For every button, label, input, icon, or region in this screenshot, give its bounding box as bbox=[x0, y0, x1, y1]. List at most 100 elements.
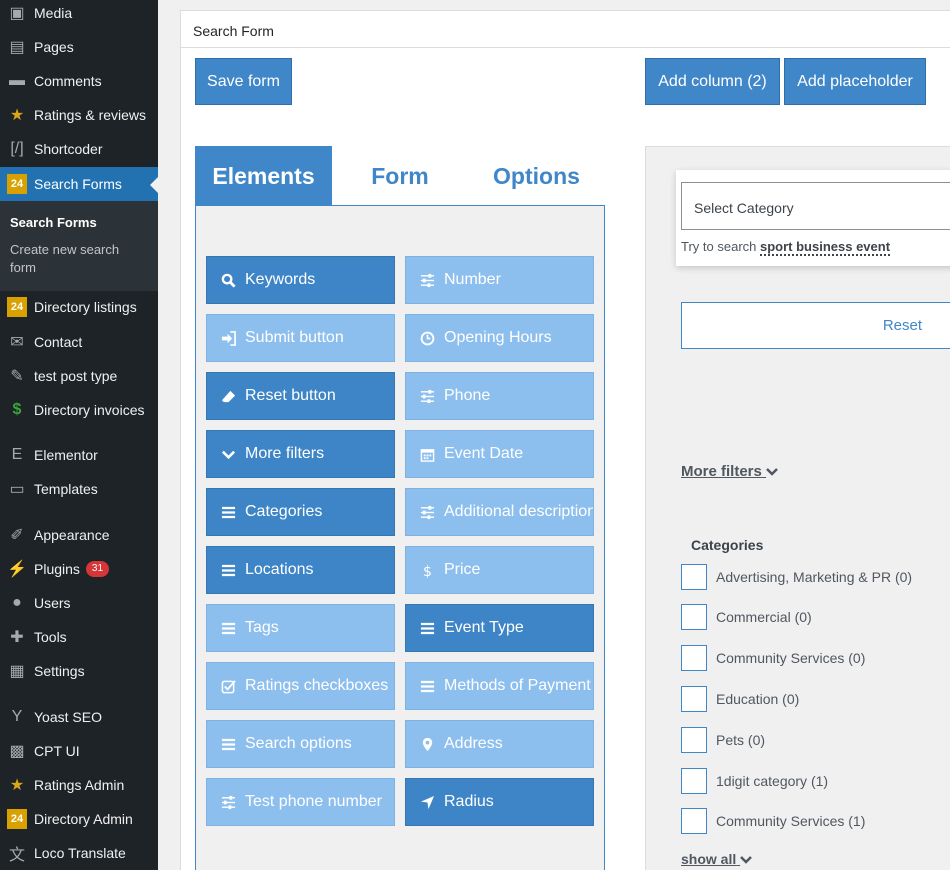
sidebar-item-ratings-reviews[interactable]: ★ Ratings & reviews bbox=[0, 98, 158, 132]
sidebar-item-users[interactable]: ● Users bbox=[0, 586, 158, 620]
element-ratings-checkboxes[interactable]: Ratings checkboxes bbox=[206, 662, 395, 710]
submenu-item-create-new[interactable]: Create new search form bbox=[10, 241, 130, 277]
sidebar-item-search-forms[interactable]: 24 Search Forms bbox=[0, 167, 158, 201]
category-checkbox[interactable] bbox=[681, 768, 707, 794]
element-number[interactable]: Number bbox=[405, 256, 594, 304]
sidebar-item-directory-admin[interactable]: 24 Directory Admin bbox=[0, 802, 158, 836]
element-label: Phone bbox=[444, 387, 491, 404]
sidebar-item-comments[interactable]: ▬ Comments bbox=[0, 64, 158, 98]
element-reset-button[interactable]: Reset button bbox=[206, 372, 395, 420]
sliders-icon bbox=[419, 388, 435, 404]
element-label: Ratings checkboxes bbox=[245, 677, 389, 694]
reset-button[interactable]: Reset bbox=[681, 302, 950, 349]
search-forms-submenu: Search Forms Create new search form bbox=[0, 201, 158, 291]
element-address[interactable]: Address bbox=[405, 720, 594, 768]
category-option[interactable]: 1digit category (1) bbox=[681, 768, 828, 794]
sidebar-item-loco-translate[interactable]: 文 Loco Translate bbox=[0, 836, 158, 870]
sidebar-item-settings[interactable]: ▦ Settings bbox=[0, 654, 158, 688]
sidebar-item-label: Elementor bbox=[34, 447, 98, 463]
element-radius[interactable]: Radius bbox=[405, 778, 594, 826]
element-label: More filters bbox=[245, 445, 325, 462]
category-option[interactable]: Advertising, Marketing & PR (0) bbox=[681, 564, 912, 590]
tab-options[interactable]: Options bbox=[468, 146, 605, 206]
sidebar-item-label: Directory listings bbox=[34, 299, 137, 315]
chevron-down-icon bbox=[220, 446, 236, 462]
element-categories[interactable]: Categories bbox=[206, 488, 395, 536]
sidebar-item-cpt-ui[interactable]: ▩ CPT UI bbox=[0, 734, 158, 768]
sidebar-item-label: test post type bbox=[34, 368, 118, 384]
category-checkbox[interactable] bbox=[681, 727, 707, 753]
eraser-icon bbox=[220, 388, 236, 404]
pages-icon: ▤ bbox=[9, 39, 25, 56]
category-checkbox[interactable] bbox=[681, 808, 707, 834]
suggestion-terms[interactable]: sport business event bbox=[760, 239, 891, 256]
category-checkbox[interactable] bbox=[681, 686, 707, 712]
category-checkbox[interactable] bbox=[681, 645, 707, 671]
sidebar-item-pages[interactable]: ▤ Pages bbox=[0, 30, 158, 64]
tab-elements[interactable]: Elements bbox=[195, 146, 332, 206]
element-additional-description[interactable]: Additional description bbox=[405, 488, 594, 536]
more-filters-label: More filters bbox=[681, 463, 762, 480]
sidebar-item-appearance[interactable]: ✐ Appearance bbox=[0, 518, 158, 552]
element-keywords[interactable]: Keywords bbox=[206, 256, 395, 304]
category-label: Commercial (0) bbox=[716, 609, 812, 625]
element-search-options[interactable]: Search options bbox=[206, 720, 395, 768]
admin-sidebar: Search Forms Create new search form ▣ Med… bbox=[0, 0, 158, 870]
element-locations[interactable]: Locations bbox=[206, 546, 395, 594]
category-checkbox[interactable] bbox=[681, 604, 707, 630]
category-select[interactable]: Select Category bbox=[681, 182, 950, 230]
element-test-phone-number[interactable]: Test phone number bbox=[206, 778, 395, 826]
more-filters-link[interactable]: More filters bbox=[681, 463, 778, 480]
sidebar-item-shortcoder[interactable]: [/] Shortcoder bbox=[0, 132, 158, 166]
element-opening-hours[interactable]: Opening Hours bbox=[405, 314, 594, 362]
sidebar-item-tools[interactable]: ✚ Tools bbox=[0, 620, 158, 654]
sidebar-item-label: Comments bbox=[34, 73, 102, 89]
category-option[interactable]: Education (0) bbox=[681, 686, 799, 712]
sidebar-item-label: Tools bbox=[34, 629, 67, 645]
pin-icon: ✎ bbox=[10, 368, 24, 385]
category-option[interactable]: Community Services (0) bbox=[681, 645, 865, 671]
sidebar-item-yoast-seo[interactable]: Y Yoast SEO bbox=[0, 700, 158, 734]
element-tags[interactable]: Tags bbox=[206, 604, 395, 652]
element-submit-button[interactable]: Submit button bbox=[206, 314, 395, 362]
element-event-type[interactable]: Event Type bbox=[405, 604, 594, 652]
category-checkbox[interactable] bbox=[681, 564, 707, 590]
sidebar-item-directory-listings[interactable]: 24 Directory listings bbox=[0, 290, 158, 324]
category-option[interactable]: Commercial (0) bbox=[681, 604, 812, 630]
element-price[interactable]: $ Price bbox=[405, 546, 594, 594]
element-label: Categories bbox=[245, 503, 323, 520]
submenu-item-search-forms[interactable]: Search Forms bbox=[10, 215, 97, 230]
shortcode-icon: [/] bbox=[10, 140, 24, 157]
sidebar-item-label: Shortcoder bbox=[34, 141, 103, 157]
element-methods-of-payment[interactable]: Methods of Payment bbox=[405, 662, 594, 710]
plugin-24-icon: 24 bbox=[7, 809, 27, 829]
show-all-link[interactable]: show all bbox=[681, 851, 753, 867]
calendar-icon bbox=[419, 446, 435, 462]
sidebar-item-directory-invoices[interactable]: $ Directory invoices bbox=[0, 393, 158, 427]
sidebar-item-label: Pages bbox=[34, 39, 74, 55]
sidebar-item-label: Media bbox=[34, 5, 73, 21]
sidebar-item-ratings-admin[interactable]: ★ Ratings Admin bbox=[0, 768, 158, 802]
tab-form[interactable]: Form bbox=[332, 146, 468, 206]
sidebar-item-plugins[interactable]: ⚡ Plugins 31 bbox=[0, 552, 158, 586]
add-column-button[interactable]: Add column (2) bbox=[645, 58, 780, 105]
element-phone[interactable]: Phone bbox=[405, 372, 594, 420]
sidebar-item-test-post-type[interactable]: ✎ test post type bbox=[0, 359, 158, 393]
save-form-button[interactable]: Save form bbox=[195, 58, 292, 105]
search-icon bbox=[220, 272, 236, 288]
category-option[interactable]: Pets (0) bbox=[681, 727, 765, 753]
show-all-label: show all bbox=[681, 851, 737, 867]
element-event-date[interactable]: Event Date bbox=[405, 430, 594, 478]
element-more-filters[interactable]: More filters bbox=[206, 430, 395, 478]
translate-icon: 文 bbox=[8, 847, 25, 864]
sidebar-item-templates[interactable]: ▭ Templates bbox=[0, 472, 158, 506]
suggestion-prefix: Try to search bbox=[681, 239, 757, 254]
element-label: Methods of Payment bbox=[444, 677, 591, 694]
sidebar-item-elementor[interactable]: E Elementor bbox=[0, 438, 158, 472]
add-placeholder-button[interactable]: Add placeholder bbox=[784, 58, 926, 105]
panel-title: Search Form bbox=[181, 11, 950, 48]
sidebar-item-contact[interactable]: ✉ Contact bbox=[0, 325, 158, 359]
sidebar-item-media[interactable]: ▣ Media bbox=[0, 0, 158, 30]
user-icon: ● bbox=[12, 594, 22, 611]
category-option[interactable]: Community Services (1) bbox=[681, 808, 865, 834]
